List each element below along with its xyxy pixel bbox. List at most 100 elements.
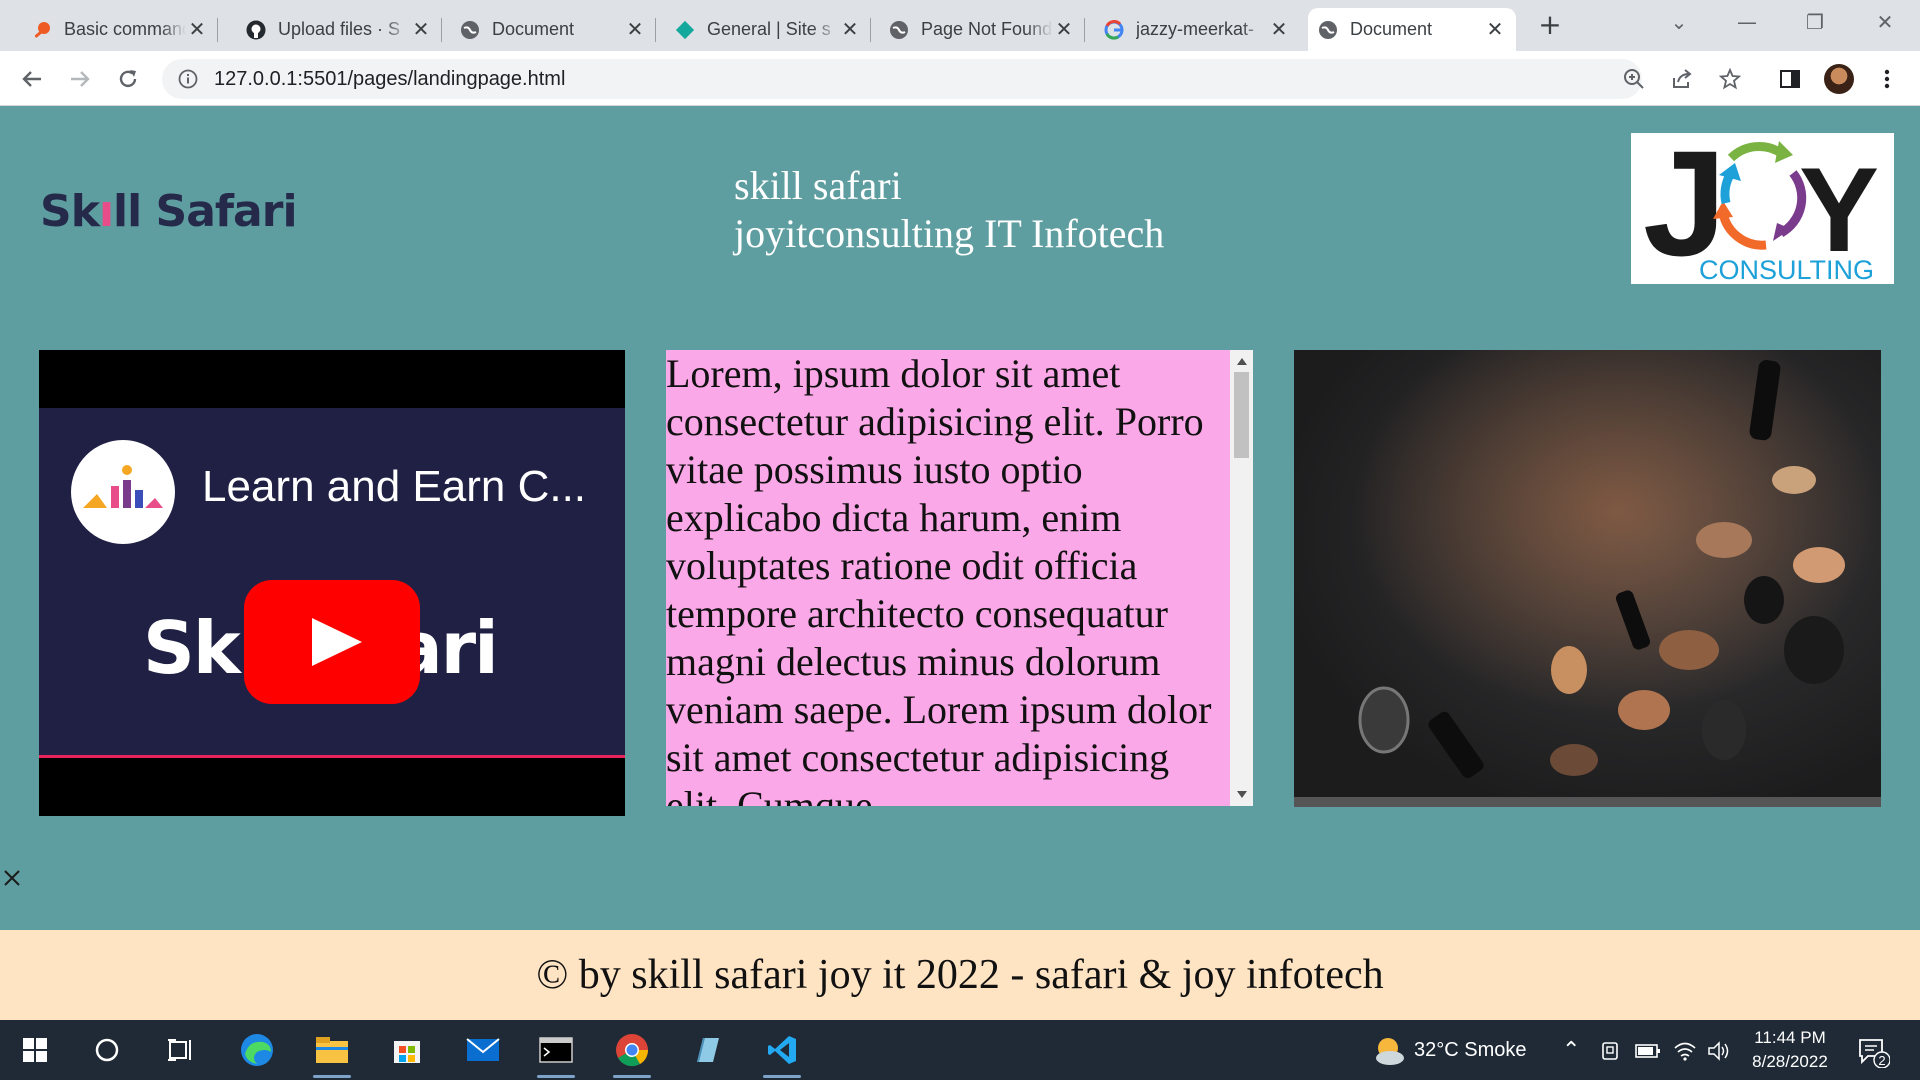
clock-time: 11:44 PM — [1754, 1028, 1826, 1047]
task-view-icon[interactable] — [156, 1028, 204, 1072]
close-icon[interactable]: ✕ — [839, 17, 861, 42]
brand-i-icon: ı — [98, 186, 114, 237]
joy-consulting-logo: J Y CONSULTING — [1631, 119, 1894, 287]
close-icon[interactable] — [2, 868, 22, 888]
tab-search-chevron-icon[interactable]: ⌄ — [1654, 4, 1704, 40]
weather-widget[interactable]: 32°C Smoke — [1372, 1020, 1527, 1080]
tab-title: Upload files · S — [278, 19, 401, 39]
address-bar[interactable]: 127.0.0.1:5501/pages/landingpage.html — [162, 59, 1642, 99]
zoom-icon[interactable] — [1617, 62, 1651, 96]
channel-avatar[interactable] — [71, 440, 175, 544]
tab-strip: Basic commands ✕ Upload files · S ✕ Docu… — [0, 0, 1920, 51]
reload-icon[interactable] — [111, 62, 145, 96]
chrome-icon[interactable] — [608, 1028, 656, 1078]
brand-text-start: Sk — [40, 186, 100, 237]
video-title[interactable]: Learn and Earn C... — [202, 462, 586, 512]
youtube-video-embed[interactable]: Learn and Earn C... Sk fari — [39, 350, 625, 816]
edge-browser-icon[interactable] — [233, 1028, 281, 1072]
video-progress-bar — [39, 755, 625, 758]
volume-icon[interactable] — [1707, 1020, 1731, 1080]
page-content: Skıll Safari skill safari joyitconsultin… — [0, 106, 1920, 930]
restore-icon[interactable]: ❐ — [1790, 4, 1840, 40]
tab-page-not-found[interactable]: Page Not Found ✕ — [879, 8, 1085, 51]
close-icon[interactable]: ✕ — [1268, 17, 1290, 42]
window-close-icon[interactable]: ✕ — [1860, 4, 1910, 40]
cosmetics-photo — [1294, 350, 1881, 807]
tab-title: Basic commands — [64, 19, 186, 39]
notification-center-icon[interactable]: 2 — [1856, 1020, 1891, 1080]
microsoft-store-icon[interactable] — [383, 1028, 431, 1072]
active-app-indicator — [613, 1075, 651, 1078]
tab-title: Document — [1350, 19, 1433, 39]
clock-date: 8/28/2022 — [1752, 1052, 1828, 1071]
terminal-icon[interactable] — [532, 1028, 580, 1078]
close-icon[interactable]: ✕ — [624, 17, 646, 42]
lorem-paragraph: Lorem, ipsum dolor sit amet consectetur … — [666, 351, 1212, 806]
github-icon — [246, 20, 266, 40]
close-icon[interactable]: ✕ — [1053, 17, 1075, 42]
url-text: 127.0.0.1:5501/pages/landingpage.html — [214, 68, 566, 90]
profile-avatar[interactable] — [1824, 64, 1854, 94]
tab-title: General | Site s — [707, 19, 831, 39]
video-thumbnail: Learn and Earn C... Sk fari — [39, 408, 625, 755]
vscode-icon[interactable] — [758, 1028, 806, 1078]
mail-icon[interactable] — [459, 1028, 507, 1072]
tab-document-active[interactable]: Document ✕ — [1308, 8, 1516, 51]
joy-logo-consulting: CONSULTING — [1699, 255, 1874, 284]
windows-taskbar: 32°C Smoke ⌃ 11:44 PM 8/28/2022 2 — [0, 1020, 1920, 1080]
globe-icon — [1318, 20, 1338, 40]
brand-text-end: ll Safari — [113, 186, 297, 237]
lorem-text-box[interactable]: Lorem, ipsum dolor sit amet consectetur … — [666, 350, 1253, 806]
minimize-icon[interactable]: — — [1722, 4, 1772, 40]
postman-icon — [32, 20, 52, 40]
share-icon[interactable] — [1665, 62, 1699, 96]
scroll-down-arrow-icon[interactable] — [1237, 791, 1247, 798]
active-app-indicator — [537, 1075, 575, 1078]
tab-title: Page Not Found — [921, 19, 1053, 39]
tab-jazzy-meerkat[interactable]: jazzy-meerkat- ✕ — [1094, 8, 1300, 51]
active-app-indicator — [763, 1075, 801, 1078]
tab-basic-commands[interactable]: Basic commands ✕ — [22, 8, 218, 51]
tab-title: Document — [492, 19, 575, 39]
tab-document-1[interactable]: Document ✕ — [450, 8, 656, 51]
scroll-up-arrow-icon[interactable] — [1237, 358, 1247, 365]
scrollbar[interactable] — [1230, 350, 1253, 806]
notification-count: 2 — [1878, 1053, 1885, 1068]
close-icon[interactable]: ✕ — [410, 17, 432, 42]
search-circle-icon[interactable] — [83, 1028, 131, 1072]
device-icon[interactable] — [1600, 1020, 1620, 1080]
weather-text: 32°C Smoke — [1414, 1039, 1527, 1061]
globe-icon — [889, 20, 909, 40]
windows-start-icon[interactable] — [11, 1028, 59, 1072]
google-icon — [1104, 19, 1124, 40]
more-menu-icon[interactable] — [1870, 62, 1904, 96]
notes-app-icon[interactable] — [683, 1028, 731, 1072]
tab-upload-files[interactable]: Upload files · S ✕ — [236, 8, 442, 51]
footer-text: © by skill safari joy it 2022 - safari &… — [536, 952, 1384, 998]
file-explorer-icon[interactable] — [308, 1028, 356, 1078]
close-icon[interactable]: ✕ — [1484, 17, 1506, 42]
skill-safari-logo: Skıll Safari — [40, 186, 298, 237]
bookmark-star-icon[interactable] — [1713, 62, 1747, 96]
wifi-icon[interactable] — [1673, 1020, 1697, 1080]
heading-line-2: joyitconsulting IT Infotech — [734, 211, 1165, 256]
weather-sun-icon — [1376, 1037, 1404, 1065]
overlay-text-left: Sk — [143, 606, 241, 690]
page-heading: skill safari joyitconsulting IT Infotech — [734, 162, 1164, 258]
back-arrow-icon[interactable] — [15, 62, 49, 96]
heading-line-1: skill safari — [734, 163, 902, 208]
side-panel-icon[interactable] — [1773, 62, 1807, 96]
page-footer: © by skill safari joy it 2022 - safari &… — [0, 930, 1920, 1020]
scrollbar-thumb[interactable] — [1234, 372, 1249, 458]
battery-icon[interactable] — [1635, 1020, 1661, 1080]
new-tab-button[interactable]: + — [1535, 8, 1565, 42]
netlify-icon — [675, 20, 695, 40]
system-clock[interactable]: 11:44 PM 8/28/2022 — [1740, 1026, 1840, 1074]
show-hidden-icons-chevron-icon[interactable]: ⌃ — [1562, 1020, 1580, 1080]
globe-icon — [460, 20, 480, 40]
play-button[interactable] — [244, 580, 420, 704]
close-icon[interactable]: ✕ — [186, 17, 208, 42]
site-info-icon[interactable] — [178, 69, 198, 89]
forward-arrow-icon[interactable] — [63, 62, 97, 96]
tab-general-site[interactable]: General | Site s ✕ — [665, 8, 871, 51]
